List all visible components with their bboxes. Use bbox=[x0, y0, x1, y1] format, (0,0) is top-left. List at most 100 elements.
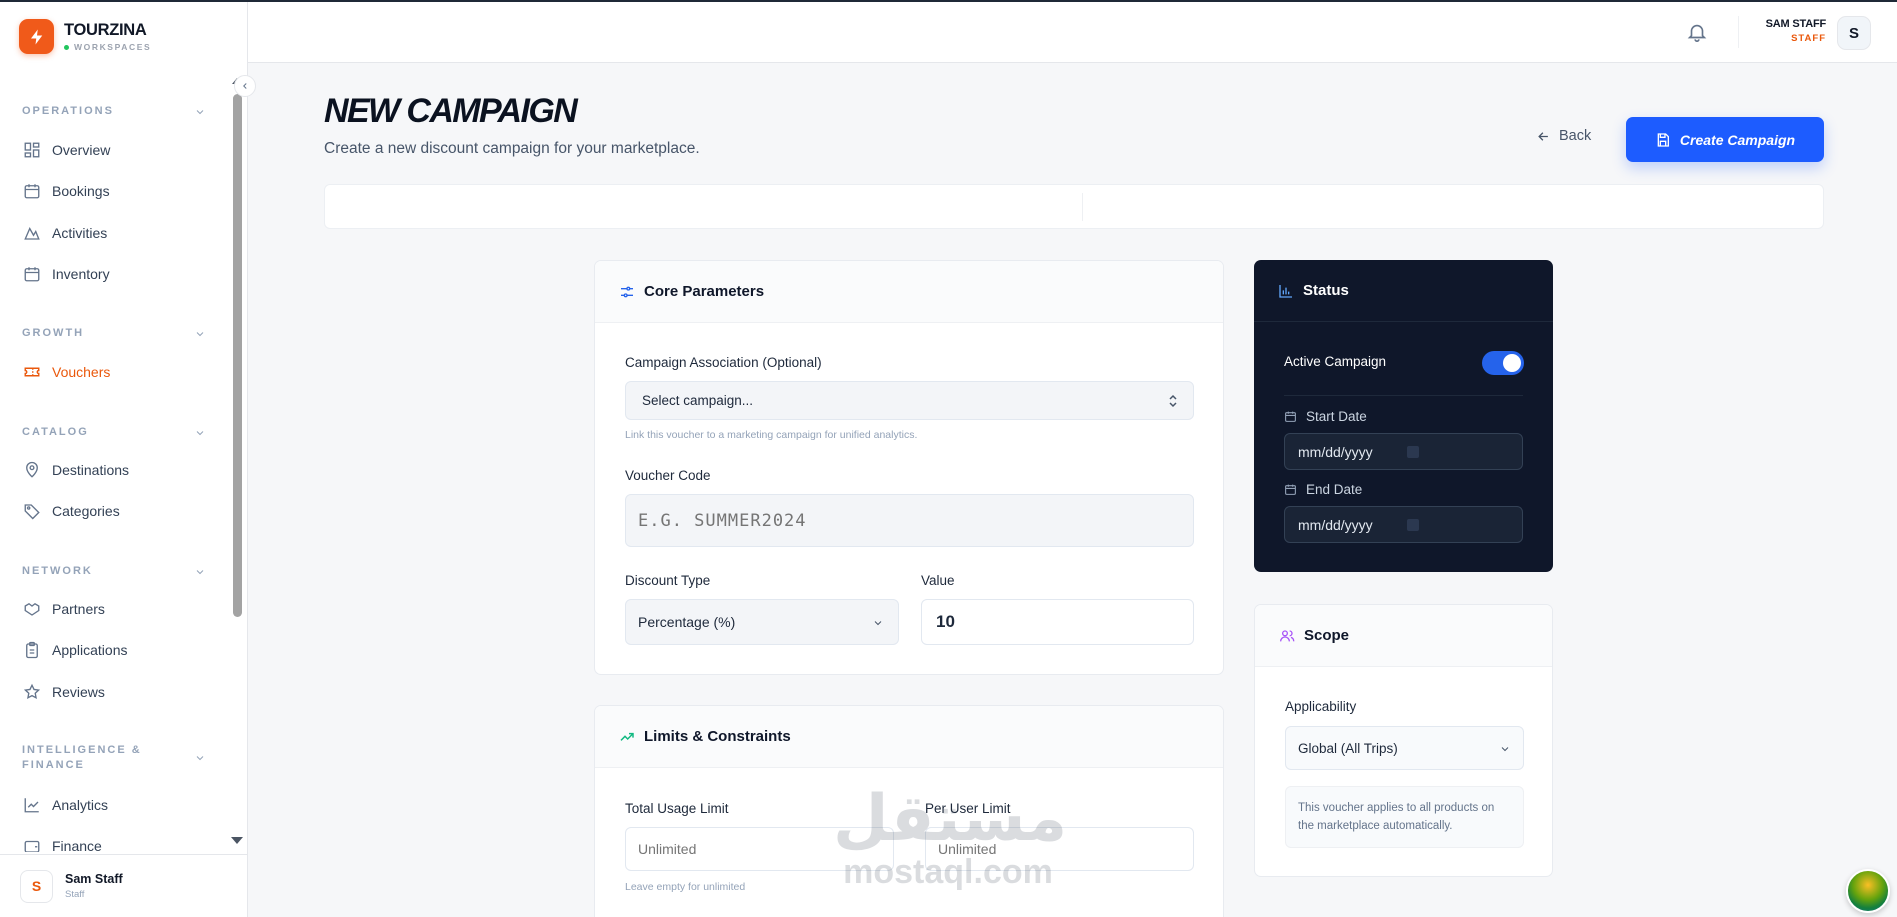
applicability-select[interactable]: Global (All Trips) bbox=[1285, 726, 1524, 770]
active-campaign-toggle[interactable] bbox=[1482, 351, 1524, 375]
assistant-avatar-button[interactable] bbox=[1846, 869, 1890, 913]
sidebar-item-bookings[interactable]: Bookings bbox=[22, 176, 212, 206]
sidebar-item-categories[interactable]: Categories bbox=[22, 496, 212, 526]
sidebar-item-label: Analytics bbox=[52, 797, 109, 813]
voucher-code-field[interactable] bbox=[625, 494, 1194, 547]
discount-type-select[interactable]: Percentage (%) bbox=[625, 599, 899, 645]
chevron-down-icon bbox=[196, 109, 204, 114]
sidebar-item-label: Destinations bbox=[52, 462, 130, 478]
create-label: Create Campaign bbox=[1679, 131, 1796, 148]
handshake-icon bbox=[22, 599, 42, 619]
per-user-label: Per User Limit bbox=[925, 801, 1011, 816]
section-catalog[interactable]: CATALOG bbox=[22, 425, 206, 440]
calendar-picker-icon[interactable] bbox=[1407, 519, 1419, 531]
sidebar-item-reviews[interactable]: Reviews bbox=[22, 677, 212, 707]
limits-card: Limits & Constraints Total Usage Limit L… bbox=[594, 705, 1224, 917]
per-user-input[interactable] bbox=[926, 828, 1193, 870]
sidebar-item-label: Partners bbox=[52, 601, 105, 617]
bell-icon[interactable] bbox=[1686, 21, 1708, 43]
sliders-icon bbox=[621, 286, 633, 297]
calendar-icon bbox=[1285, 411, 1296, 422]
campaign-label: Campaign Association (Optional) bbox=[625, 355, 822, 370]
sidebar-item-activities[interactable]: Activities bbox=[22, 218, 212, 248]
sidebar-item-partners[interactable]: Partners bbox=[22, 594, 212, 624]
total-usage-field[interactable] bbox=[625, 827, 894, 871]
card-title: Core Parameters bbox=[644, 283, 765, 300]
topbar-divider bbox=[1738, 16, 1739, 48]
create-campaign-button[interactable]: Create Campaign bbox=[1626, 117, 1824, 162]
collapse-sidebar-button[interactable] bbox=[234, 75, 256, 97]
campaign-hint: Link this voucher to a marketing campaig… bbox=[625, 429, 918, 441]
calendar-icon bbox=[22, 181, 42, 201]
section-growth[interactable]: GROWTH bbox=[22, 326, 206, 341]
scope-card: Scope Applicability Global (All Trips) T… bbox=[1254, 604, 1553, 877]
brand[interactable]: TOURZINA WORKSPACES bbox=[19, 19, 151, 54]
status-card: Status Active Campaign Start Date mm/dd/… bbox=[1254, 260, 1553, 572]
chevron-down-icon bbox=[1501, 747, 1509, 752]
start-date-input[interactable]: mm/dd/yyyy bbox=[1284, 433, 1523, 470]
core-parameters-card: Core Parameters Campaign Association (Op… bbox=[594, 260, 1224, 675]
voucher-code-label: Voucher Code bbox=[625, 468, 711, 483]
end-date-input[interactable]: mm/dd/yyyy bbox=[1284, 506, 1523, 543]
total-usage-hint: Leave empty for unlimited bbox=[625, 881, 746, 893]
voucher-code-input[interactable] bbox=[626, 495, 1193, 546]
value-input-text: 10 bbox=[936, 612, 955, 631]
page-title: NEW CAMPAIGN bbox=[324, 92, 578, 130]
start-date-value: mm/dd/yyyy bbox=[1298, 443, 1373, 460]
total-usage-input[interactable] bbox=[626, 828, 893, 870]
arrow-left-icon bbox=[1538, 131, 1548, 141]
section-operations[interactable]: OPERATIONS bbox=[22, 104, 206, 119]
scroll-down-arrow[interactable] bbox=[231, 837, 243, 844]
campaign-select-value: Select campaign... bbox=[642, 393, 754, 408]
start-date-label: Start Date bbox=[1306, 409, 1367, 424]
map-pin-icon bbox=[22, 460, 42, 480]
sidebar-item-label: Vouchers bbox=[52, 364, 111, 380]
sidebar-item-destinations[interactable]: Destinations bbox=[22, 455, 212, 485]
sidebar-item-label: Applications bbox=[52, 642, 128, 658]
tag-icon bbox=[22, 501, 42, 521]
sidebar-item-applications[interactable]: Applications bbox=[22, 635, 212, 665]
wallet-icon bbox=[22, 836, 42, 852]
sidebar-item-label: Categories bbox=[52, 503, 120, 519]
value-label: Value bbox=[921, 573, 955, 588]
chevron-up-down-icon bbox=[1169, 394, 1177, 408]
tabs-divider bbox=[1082, 193, 1083, 221]
brand-subtitle: WORKSPACES bbox=[74, 42, 152, 52]
discount-type-value: Percentage (%) bbox=[638, 614, 736, 630]
applicability-value: Global (All Trips) bbox=[1298, 740, 1398, 756]
sidebar-item-analytics[interactable]: Analytics bbox=[22, 790, 212, 820]
chevron-down-icon bbox=[196, 430, 204, 435]
sidebar-item-inventory[interactable]: Inventory bbox=[22, 259, 212, 289]
campaign-select[interactable]: Select campaign... bbox=[625, 381, 1194, 420]
chevron-left-icon bbox=[243, 83, 247, 89]
value-input[interactable]: 10 bbox=[921, 599, 1194, 645]
avatar[interactable]: S bbox=[1837, 16, 1871, 50]
grid-icon bbox=[22, 140, 42, 160]
user-name: Sam Staff bbox=[65, 872, 123, 886]
sidebar-item-vouchers[interactable]: Vouchers bbox=[22, 357, 212, 387]
card-title: Scope bbox=[1304, 627, 1350, 644]
sidebar-item-label: Activities bbox=[52, 225, 108, 241]
user-role: Staff bbox=[65, 889, 85, 900]
avatar: S bbox=[20, 869, 53, 903]
per-user-field[interactable] bbox=[925, 827, 1194, 871]
chevron-down-icon bbox=[874, 621, 882, 626]
lightning-icon bbox=[19, 19, 54, 54]
section-intelligence-finance[interactable]: INTELLIGENCE & FINANCE bbox=[22, 743, 206, 773]
section-network[interactable]: NETWORK bbox=[22, 564, 206, 579]
sidebar-user[interactable]: S Sam Staff Staff bbox=[0, 854, 247, 917]
sidebar-item-finance[interactable]: Finance bbox=[22, 831, 212, 852]
calendar-picker-icon[interactable] bbox=[1407, 446, 1419, 458]
chart-line-icon bbox=[22, 795, 42, 815]
card-title: Limits & Constraints bbox=[644, 728, 791, 745]
topbar-user-name: SAM STAFF bbox=[1765, 18, 1827, 30]
active-campaign-label: Active Campaign bbox=[1284, 354, 1387, 369]
start-date-label-row: Start Date bbox=[1284, 409, 1367, 424]
sidebar-scrollbar[interactable] bbox=[233, 94, 242, 617]
scope-note: This voucher applies to all products on … bbox=[1285, 786, 1524, 848]
status-divider bbox=[1284, 395, 1523, 396]
topbar-user-meta[interactable]: SAM STAFF STAFF bbox=[1765, 18, 1827, 44]
calendar-icon bbox=[1285, 484, 1296, 495]
sidebar-item-overview[interactable]: Overview bbox=[22, 135, 212, 165]
back-button[interactable]: Back bbox=[1536, 128, 1591, 144]
